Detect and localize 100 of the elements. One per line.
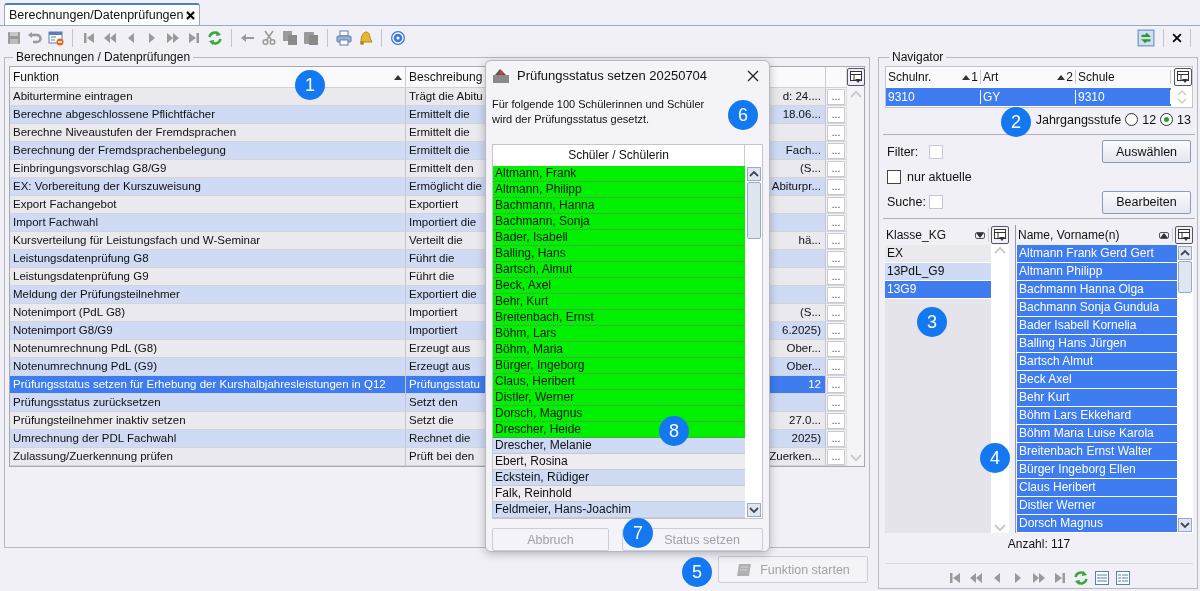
first-record-icon[interactable] [947, 570, 963, 586]
checkbox[interactable] [887, 170, 901, 185]
refresh-icon[interactable] [1073, 570, 1089, 586]
details-button[interactable]: ... [827, 358, 845, 375]
list-item[interactable]: Distler Werner [1017, 497, 1177, 515]
list-item[interactable]: Behr Kurt [1017, 389, 1177, 407]
details-button[interactable]: ... [827, 412, 845, 429]
select-button[interactable]: Auswählen [1102, 140, 1191, 164]
details-button[interactable]: ... [827, 232, 845, 249]
list-item[interactable]: Beck Axel [1017, 371, 1177, 389]
details-button[interactable]: ... [827, 268, 845, 285]
details-button[interactable]: ... [827, 196, 845, 213]
list-item[interactable]: Altmann, Philipp [493, 182, 745, 198]
list-item[interactable]: Eckstein, Rüdiger [493, 470, 745, 486]
details-button[interactable]: ... [827, 304, 845, 321]
list-item[interactable]: Altmann Philipp [1017, 263, 1177, 281]
list-item[interactable]: Böhm, Maria [493, 342, 745, 358]
list-item[interactable]: Böhm Maria Luise Karola [1017, 425, 1177, 443]
column-chooser-icon[interactable] [846, 68, 865, 86]
list-item[interactable]: Breitenbach, Ernst [493, 310, 745, 326]
list-item[interactable]: Böhm, Lars [493, 326, 745, 342]
last-record-icon[interactable] [186, 30, 202, 46]
list-item[interactable]: EX [885, 245, 991, 263]
edit-button[interactable]: Bearbeiten [1102, 190, 1191, 214]
list-item[interactable]: Bartsch, Almut [493, 262, 745, 278]
details-button[interactable]: ... [827, 106, 845, 123]
details-button[interactable]: ... [827, 430, 845, 447]
column-chooser-icon[interactable] [1175, 226, 1193, 244]
list-item[interactable]: Bürger, Ingeborg [493, 358, 745, 374]
list-item[interactable]: 13PdL_G9 [885, 263, 991, 281]
scroll-up-icon[interactable] [746, 167, 761, 181]
list-item[interactable]: Feldmeier, Hans-Joachim [493, 502, 745, 518]
column-header[interactable]: Art 2 [981, 70, 1076, 84]
scroll-up-icon[interactable] [1178, 246, 1192, 260]
list-item[interactable]: Falk, Reinhold [493, 486, 745, 502]
radio-button[interactable] [1160, 113, 1174, 127]
document-tab[interactable]: Berechnungen/Datenprüfungen [4, 3, 201, 25]
list-item[interactable]: Balling Hans Jürgen [1017, 335, 1177, 353]
checkbox-label[interactable]: nur aktuelle [907, 170, 972, 185]
list-item[interactable]: Distler, Werner [493, 390, 745, 406]
list-item[interactable]: Altmann Frank Gerd Gert [1017, 245, 1177, 263]
list-item[interactable]: Ebert, Rosina [493, 454, 745, 470]
details-button[interactable]: ... [827, 322, 845, 339]
list-item[interactable]: Claus, Heribert [493, 374, 745, 390]
list-item[interactable]: Bader Isabell Kornelia [1017, 317, 1177, 335]
list-item[interactable]: Böhm Lars Ekkehard [1017, 407, 1177, 425]
undo-icon[interactable] [27, 30, 43, 46]
details-button[interactable]: ... [827, 376, 845, 393]
radio-label[interactable]: 12 [1142, 112, 1157, 127]
details-button[interactable]: ... [827, 394, 845, 411]
previous-page-icon[interactable] [102, 30, 118, 46]
list-item[interactable]: Dorsch Magnus [1017, 515, 1177, 533]
save-icon[interactable] [6, 30, 22, 46]
radio-label[interactable]: 13 [1177, 112, 1191, 127]
details-button[interactable]: ... [827, 124, 845, 141]
details-button[interactable]: ... [827, 214, 845, 231]
next-page-icon[interactable] [165, 30, 181, 46]
list-item[interactable]: Bachmann, Sonja [493, 214, 745, 230]
list-item[interactable]: Breitenbach Ernst Walter [1017, 443, 1177, 461]
column-header[interactable]: Name, Vorname(n) [1017, 228, 1173, 242]
paste-icon[interactable] [303, 30, 319, 46]
details-button[interactable]: ... [827, 160, 845, 177]
table-row[interactable]: 9310 GY 9310 [886, 88, 1171, 106]
list-item[interactable]: Behr, Kurt [493, 294, 745, 310]
refresh-icon[interactable] [207, 30, 223, 46]
list-item[interactable]: Bachmann Sonja Gundula [1017, 299, 1177, 317]
details-button[interactable]: ... [827, 142, 845, 159]
close-icon[interactable] [747, 69, 759, 82]
details-button[interactable]: ... [827, 340, 845, 357]
close-icon[interactable] [1172, 33, 1182, 43]
details-button[interactable]: ... [827, 178, 845, 195]
column-header[interactable]: Schule [1076, 70, 1171, 84]
details-button[interactable]: ... [827, 88, 845, 105]
scrollbar-thumb[interactable] [746, 182, 761, 239]
first-record-icon[interactable] [81, 30, 97, 46]
scroll-down-icon[interactable] [1178, 518, 1192, 532]
next-page-icon[interactable] [1031, 570, 1047, 586]
list-item[interactable]: Drescher, Melanie [493, 438, 745, 454]
scrollbar-thumb[interactable] [1178, 261, 1192, 293]
list-item[interactable]: Balling, Hans [493, 246, 745, 262]
previous-page-icon[interactable] [968, 570, 984, 586]
column-header[interactable]: Schulnr. 1 [886, 70, 981, 84]
print-icon[interactable] [336, 30, 352, 46]
list-item[interactable]: Bachmann Hanna Olga [1017, 281, 1177, 299]
form-delete-icon[interactable] [48, 30, 64, 46]
list-item[interactable]: Bürger Ingeborg Ellen [1017, 461, 1177, 479]
list-item[interactable]: Bartsch Almut [1017, 353, 1177, 371]
bell-icon[interactable] [357, 30, 373, 46]
radio-button[interactable] [1125, 113, 1139, 127]
details-button[interactable]: ... [827, 250, 845, 267]
column-chooser-icon[interactable] [1174, 68, 1192, 86]
list-item[interactable]: Bachmann, Hanna [493, 198, 745, 214]
column-header[interactable]: Klasse_KG [885, 228, 989, 242]
column-chooser-icon[interactable] [991, 226, 1009, 244]
swap-icon[interactable] [1137, 29, 1155, 47]
list-item[interactable]: Dorsch, Magnus [493, 406, 745, 422]
last-record-icon[interactable] [1052, 570, 1068, 586]
list-item[interactable]: 13G9 [885, 281, 991, 299]
list-item[interactable]: Altmann, Frank [493, 166, 745, 182]
details-button[interactable]: ... [827, 286, 845, 303]
